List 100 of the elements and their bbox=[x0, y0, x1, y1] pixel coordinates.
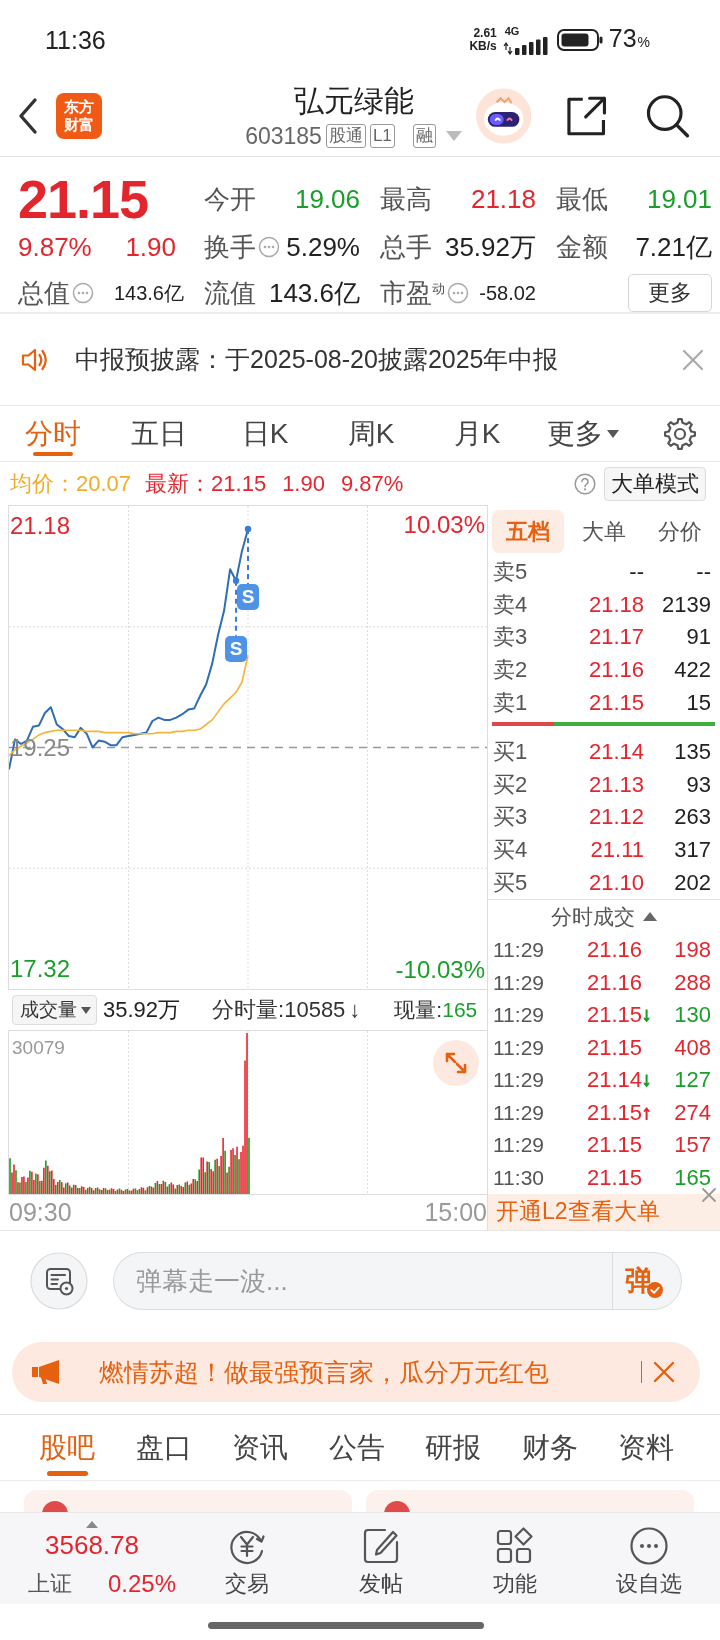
interval-volume: 分时量:10585 bbox=[212, 996, 346, 1024]
section-tab[interactable]: 资料 bbox=[598, 1415, 695, 1480]
stat-value: -58.02 bbox=[479, 281, 536, 306]
stat-label: 流值 bbox=[204, 277, 256, 309]
section-tab[interactable]: 盘口 bbox=[115, 1415, 212, 1480]
battery-icon bbox=[556, 29, 603, 51]
order-volume: 91 bbox=[685, 624, 711, 651]
stock-name: 弘元绿能 bbox=[293, 83, 414, 119]
stat-label: 换手 bbox=[204, 231, 256, 263]
stat-value: 19.01 bbox=[646, 183, 712, 215]
stat-label: 金额 bbox=[556, 231, 608, 263]
more-button[interactable]: 更多 bbox=[628, 274, 712, 312]
trade-time: 11:29 bbox=[493, 1133, 545, 1158]
stat-value: 143.6亿 bbox=[113, 281, 184, 306]
order-volume: 202 bbox=[673, 869, 711, 896]
stock-code: 603185 bbox=[245, 122, 322, 150]
close-icon[interactable] bbox=[701, 1187, 717, 1203]
stat-value: 19.06 bbox=[294, 183, 360, 215]
nav-button[interactable]: 功能 bbox=[448, 1513, 582, 1604]
price-level-label: 买1 bbox=[493, 738, 529, 767]
latest-percent: 9.87% bbox=[340, 470, 404, 497]
order-price: 21.16 bbox=[587, 657, 644, 684]
change-amount: 1.90 bbox=[125, 231, 176, 263]
order-price: -- bbox=[628, 559, 644, 586]
volume-selector[interactable]: 成交量 bbox=[12, 995, 97, 1025]
marker-leader-line bbox=[244, 525, 252, 585]
search-icon[interactable] bbox=[644, 93, 690, 139]
trade-direction: ↓ bbox=[642, 1069, 652, 1092]
percent-axis-label: -10.03% bbox=[395, 956, 485, 984]
order-volume: 317 bbox=[673, 837, 711, 864]
marker-leader-line bbox=[232, 577, 240, 637]
latest-change: 1.90 bbox=[282, 470, 325, 497]
chart-tab[interactable]: 五日 bbox=[106, 406, 212, 461]
chart-tab[interactable]: 周K bbox=[318, 406, 424, 461]
caret-up-icon[interactable] bbox=[643, 912, 657, 922]
trade-time: 11:30 bbox=[493, 1165, 545, 1190]
section-tab[interactable]: 财务 bbox=[501, 1415, 598, 1480]
order-book-tab[interactable]: 分价 bbox=[644, 510, 716, 553]
market-tag: 股通 bbox=[325, 124, 366, 148]
trade-time: 11:29 bbox=[493, 970, 545, 995]
close-icon[interactable] bbox=[681, 347, 705, 372]
order-price: 21.18 bbox=[587, 591, 644, 618]
info-icon[interactable] bbox=[72, 282, 94, 304]
stat-label: 最高 bbox=[380, 183, 432, 215]
back-icon[interactable] bbox=[17, 97, 39, 135]
caret-down-icon[interactable] bbox=[445, 131, 462, 141]
trade-time: 11:29 bbox=[493, 1035, 545, 1060]
order-price: 21.17 bbox=[587, 624, 644, 651]
caret-down-icon bbox=[81, 1006, 91, 1014]
trade-price: 21.14 bbox=[585, 1067, 642, 1094]
trade-direction: ↓ bbox=[642, 1004, 652, 1027]
chart-tab[interactable]: 月K bbox=[424, 406, 530, 461]
trade-volume: 288 bbox=[673, 969, 711, 996]
current-volume-label: 现量: bbox=[394, 997, 443, 1023]
trade-price: 21.15 bbox=[585, 1034, 642, 1061]
trade-time: 11:29 bbox=[493, 1068, 545, 1093]
close-icon[interactable] bbox=[652, 1360, 676, 1384]
index-value[interactable]: 3568.78 bbox=[45, 1530, 139, 1560]
price-level-label: 买2 bbox=[493, 770, 529, 799]
info-icon[interactable] bbox=[447, 282, 469, 304]
price-axis-label: 21.18 bbox=[10, 511, 71, 540]
nav-button[interactable]: 设自选 bbox=[582, 1513, 716, 1604]
chart-tab[interactable]: 更多 bbox=[530, 406, 636, 461]
robot-avatar-icon[interactable] bbox=[476, 88, 532, 144]
mode-button[interactable]: 大单模式 bbox=[604, 466, 706, 501]
section-tab[interactable]: 资讯 bbox=[212, 1415, 309, 1480]
last-price: 21.15 bbox=[18, 174, 150, 224]
network-speed: 2.61 KB/s bbox=[469, 27, 497, 53]
interval-arrow: ↓ bbox=[349, 997, 361, 1023]
order-volume: 263 bbox=[673, 804, 711, 831]
stat-value: 5.29% bbox=[286, 231, 360, 263]
nav-button[interactable]: 发帖 bbox=[314, 1513, 448, 1604]
info-icon[interactable] bbox=[258, 236, 280, 258]
signal-icon bbox=[502, 37, 549, 55]
app-logo: 东方 财富 bbox=[56, 93, 102, 139]
clock-time: 11:36 bbox=[45, 25, 106, 55]
section-tab[interactable]: 公告 bbox=[308, 1415, 405, 1480]
danmaku-settings-icon[interactable] bbox=[30, 1252, 88, 1310]
settings-icon[interactable] bbox=[662, 415, 698, 452]
price-level-label: 买5 bbox=[493, 868, 529, 897]
stat-value: 35.92万 bbox=[444, 231, 536, 263]
price-level-label: 买3 bbox=[493, 803, 529, 832]
share-icon[interactable] bbox=[565, 94, 609, 138]
order-volume: 422 bbox=[673, 657, 711, 684]
average-price: 均价：20.07 bbox=[10, 469, 132, 498]
section-tab[interactable]: 研报 bbox=[405, 1415, 502, 1480]
nav-button[interactable]: 交易 bbox=[180, 1513, 314, 1604]
trade-volume: 274 bbox=[673, 1099, 711, 1126]
battery-percent: 73% bbox=[608, 24, 650, 54]
stat-label: 最低 bbox=[556, 183, 608, 215]
trade-volume: 130 bbox=[673, 1002, 711, 1029]
price-level-label: 卖4 bbox=[493, 590, 529, 619]
caret-up-icon bbox=[86, 1521, 98, 1528]
expand-icon[interactable] bbox=[433, 1040, 479, 1086]
index-change: 0.25% bbox=[108, 1569, 177, 1599]
help-icon[interactable] bbox=[574, 472, 596, 495]
comment-input[interactable]: 弹幕走一波... bbox=[113, 1252, 612, 1310]
chart-tab[interactable]: 日K bbox=[212, 406, 318, 461]
stat-value: 21.18 bbox=[470, 183, 536, 215]
order-book-tab[interactable]: 大单 bbox=[568, 510, 640, 553]
